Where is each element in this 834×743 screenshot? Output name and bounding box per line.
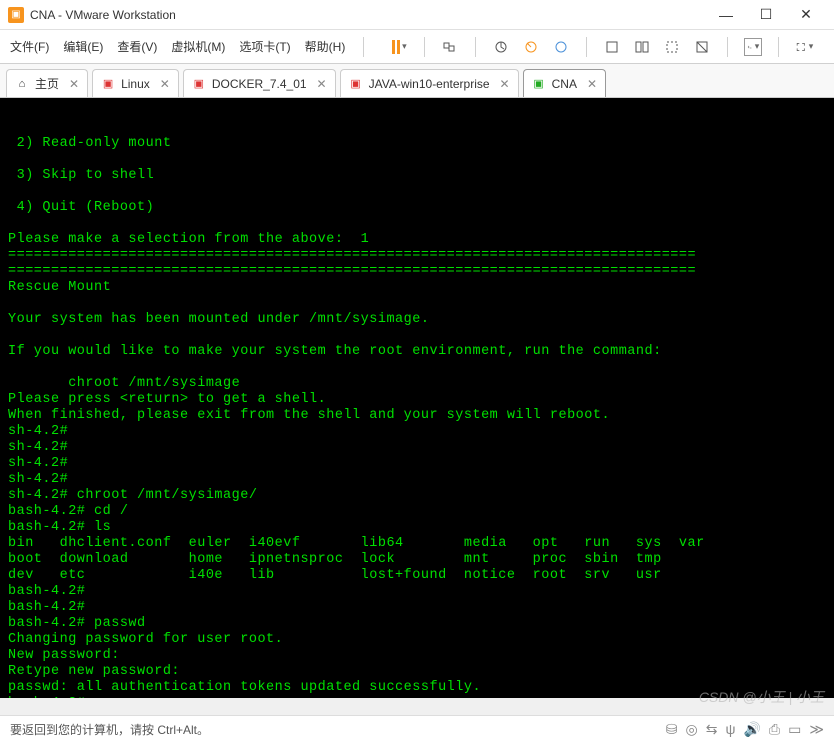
vm-console[interactable]: 2) Read-only mount 3) Skip to shell 4) Q… xyxy=(0,98,834,698)
terminal-line: ========================================… xyxy=(8,264,826,280)
menu-vm[interactable]: 虚拟机(M) xyxy=(171,38,225,55)
terminal-line: bash-4.2# passwd xyxy=(8,616,826,632)
terminal-line: bash-4.2# xyxy=(8,600,826,616)
menu-bar: 文件(F) 编辑(E) 查看(V) 虚拟机(M) 选项卡(T) 帮助(H) ▾ … xyxy=(0,30,834,64)
status-bar: 要返回到您的计算机，请按 Ctrl+Alt。 ⛁ ◎ ⇆ ψ 🔊 ⎙ ▭ ≫ xyxy=(0,715,834,743)
menu-file[interactable]: 文件(F) xyxy=(10,38,49,55)
close-icon[interactable]: ✕ xyxy=(587,77,597,91)
terminal-line: If you would like to make your system th… xyxy=(8,344,826,360)
menu-view[interactable]: 查看(V) xyxy=(117,38,157,55)
menu-edit[interactable]: 编辑(E) xyxy=(63,38,103,55)
terminal-line: sh-4.2# xyxy=(8,440,826,456)
terminal-line: chroot /mnt/sysimage xyxy=(8,376,826,392)
view-multi-button[interactable] xyxy=(633,38,651,56)
terminal-line: boot download home ipnetnsproc lock mnt … xyxy=(8,552,826,568)
tab-docker[interactable]: ▣ DOCKER_7.4_01 ✕ xyxy=(183,69,336,97)
close-icon[interactable]: ✕ xyxy=(160,77,170,91)
separator xyxy=(363,37,364,57)
menu-help[interactable]: 帮助(H) xyxy=(305,38,346,55)
terminal-line: Rescue Mount xyxy=(8,280,826,296)
terminal-line: bash-4.2# cd / xyxy=(8,504,826,520)
snapshot-revert-button[interactable] xyxy=(522,38,540,56)
terminal-line: sh-4.2# xyxy=(8,424,826,440)
tab-java[interactable]: ▣ JAVA-win10-enterprise ✕ xyxy=(340,69,519,97)
separator xyxy=(727,37,728,57)
device-icons: ⛁ ◎ ⇆ ψ 🔊 ⎙ ▭ ≫ xyxy=(666,721,824,738)
terminal-line: 2) Read-only mount xyxy=(8,136,826,152)
home-icon: ⌂ xyxy=(15,77,29,91)
separator xyxy=(586,37,587,57)
terminal-line xyxy=(8,296,826,312)
tab-label: 主页 xyxy=(35,75,59,92)
separator xyxy=(424,37,425,57)
maximize-button[interactable]: ☐ xyxy=(746,0,786,30)
tab-label: JAVA-win10-enterprise xyxy=(369,77,490,91)
terminal-line: sh-4.2# chroot /mnt/sysimage/ xyxy=(8,488,826,504)
terminal-line xyxy=(8,152,826,168)
close-icon[interactable]: ✕ xyxy=(69,77,79,91)
send-keys-button[interactable] xyxy=(441,38,459,56)
input-hint: 要返回到您的计算机，请按 Ctrl+Alt。 xyxy=(10,721,209,738)
vmware-logo-icon: ▣ xyxy=(8,7,24,23)
pause-button[interactable]: ▾ xyxy=(390,38,408,56)
terminal-line: When finished, please exit from the shel… xyxy=(8,408,826,424)
network-icon[interactable]: ⇆ xyxy=(706,721,718,738)
close-icon[interactable]: ✕ xyxy=(500,77,510,91)
terminal-line: Please press <return> to get a shell. xyxy=(8,392,826,408)
terminal-line: bin dhclient.conf euler i40evf lib64 med… xyxy=(8,536,826,552)
view-single-button[interactable] xyxy=(603,38,621,56)
menu-tabs[interactable]: 选项卡(T) xyxy=(239,38,290,55)
cd-icon[interactable]: ◎ xyxy=(686,721,698,738)
terminal-line: sh-4.2# xyxy=(8,472,826,488)
minimize-button[interactable]: — xyxy=(706,0,746,30)
separator xyxy=(778,37,779,57)
close-button[interactable]: ✕ xyxy=(786,0,826,30)
terminal-line xyxy=(8,360,826,376)
tab-cna[interactable]: ▣ CNA ✕ xyxy=(523,69,606,97)
terminal-line: Your system has been mounted under /mnt/… xyxy=(8,312,826,328)
vm-icon: ▣ xyxy=(192,77,206,91)
tab-label: Linux xyxy=(121,77,150,91)
close-icon[interactable]: ✕ xyxy=(317,77,327,91)
tab-label: CNA xyxy=(552,77,577,91)
snapshot-button[interactable] xyxy=(492,38,510,56)
tab-bar: ⌂ 主页 ✕ ▣ Linux ✕ ▣ DOCKER_7.4_01 ✕ ▣ JAV… xyxy=(0,64,834,98)
terminal-line: ========================================… xyxy=(8,248,826,264)
terminal-line: New password: xyxy=(8,648,826,664)
toolbar: ▾ ▾ ▾ xyxy=(390,37,813,57)
tab-label: DOCKER_7.4_01 xyxy=(212,77,307,91)
tab-linux[interactable]: ▣ Linux ✕ xyxy=(92,69,179,97)
snapshot-manager-button[interactable] xyxy=(552,38,570,56)
terminal-line: dev etc i40e lib lost+found notice root … xyxy=(8,568,826,584)
terminal-line: Changing password for user root. xyxy=(8,632,826,648)
unity-button[interactable] xyxy=(663,38,681,56)
terminal-line xyxy=(8,184,826,200)
sound-icon[interactable]: 🔊 xyxy=(743,721,760,738)
stretch-button[interactable] xyxy=(693,38,711,56)
fullscreen-button[interactable]: ▾ xyxy=(795,38,813,56)
terminal-line: 4) Quit (Reboot) xyxy=(8,200,826,216)
menu-icon[interactable]: ≫ xyxy=(809,721,824,738)
terminal-line: sh-4.2# xyxy=(8,456,826,472)
tab-home[interactable]: ⌂ 主页 ✕ xyxy=(6,69,88,97)
vm-icon: ▣ xyxy=(349,77,363,91)
printer-icon[interactable]: ⎙ xyxy=(769,721,780,738)
vm-icon: ▣ xyxy=(101,77,115,91)
terminal-line: bash-4.2# ls xyxy=(8,520,826,536)
terminal-line: Please make a selection from the above: … xyxy=(8,232,826,248)
window-title: CNA - VMware Workstation xyxy=(30,8,706,22)
disk-icon[interactable]: ⛁ xyxy=(666,721,678,738)
terminal-line: 3) Skip to shell xyxy=(8,168,826,184)
watermark: CSDN @小王 | 小王 xyxy=(699,687,824,707)
terminal-line: bash-4.2# xyxy=(8,584,826,600)
terminal-line: Retype new password: xyxy=(8,664,826,680)
terminal-line xyxy=(8,328,826,344)
vm-icon: ▣ xyxy=(532,77,546,91)
title-bar: ▣ CNA - VMware Workstation — ☐ ✕ xyxy=(0,0,834,30)
console-button[interactable]: ▾ xyxy=(744,38,762,56)
separator xyxy=(475,37,476,57)
display-icon[interactable]: ▭ xyxy=(788,721,801,738)
terminal-line xyxy=(8,216,826,232)
usb-icon[interactable]: ψ xyxy=(725,721,735,738)
